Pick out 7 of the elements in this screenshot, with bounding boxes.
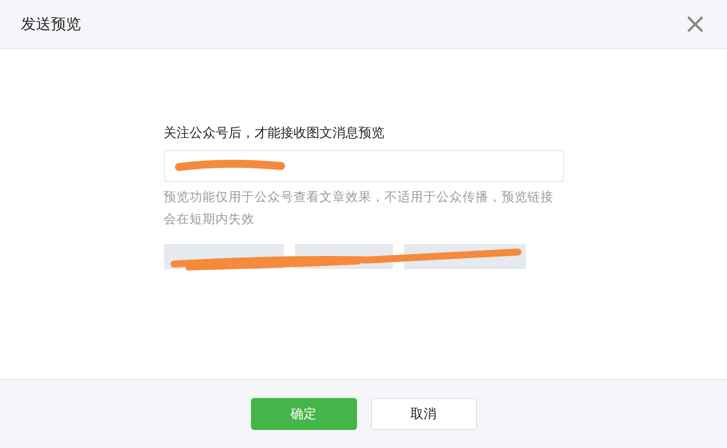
confirm-button[interactable]: 确定 bbox=[250, 398, 356, 430]
dialog-title: 发送预览 bbox=[21, 14, 81, 34]
close-button[interactable]: × bbox=[682, 10, 709, 38]
input-field[interactable] bbox=[164, 150, 564, 182]
field-label: 关注公众号后，才能接收图文消息预览 bbox=[164, 125, 386, 142]
cancel-button[interactable]: 取消 bbox=[370, 398, 476, 430]
hint-text: 预览功能仅用于公众号查看文章效果，不适用于公众传播，预览链接会在短期内失效 bbox=[164, 188, 554, 228]
